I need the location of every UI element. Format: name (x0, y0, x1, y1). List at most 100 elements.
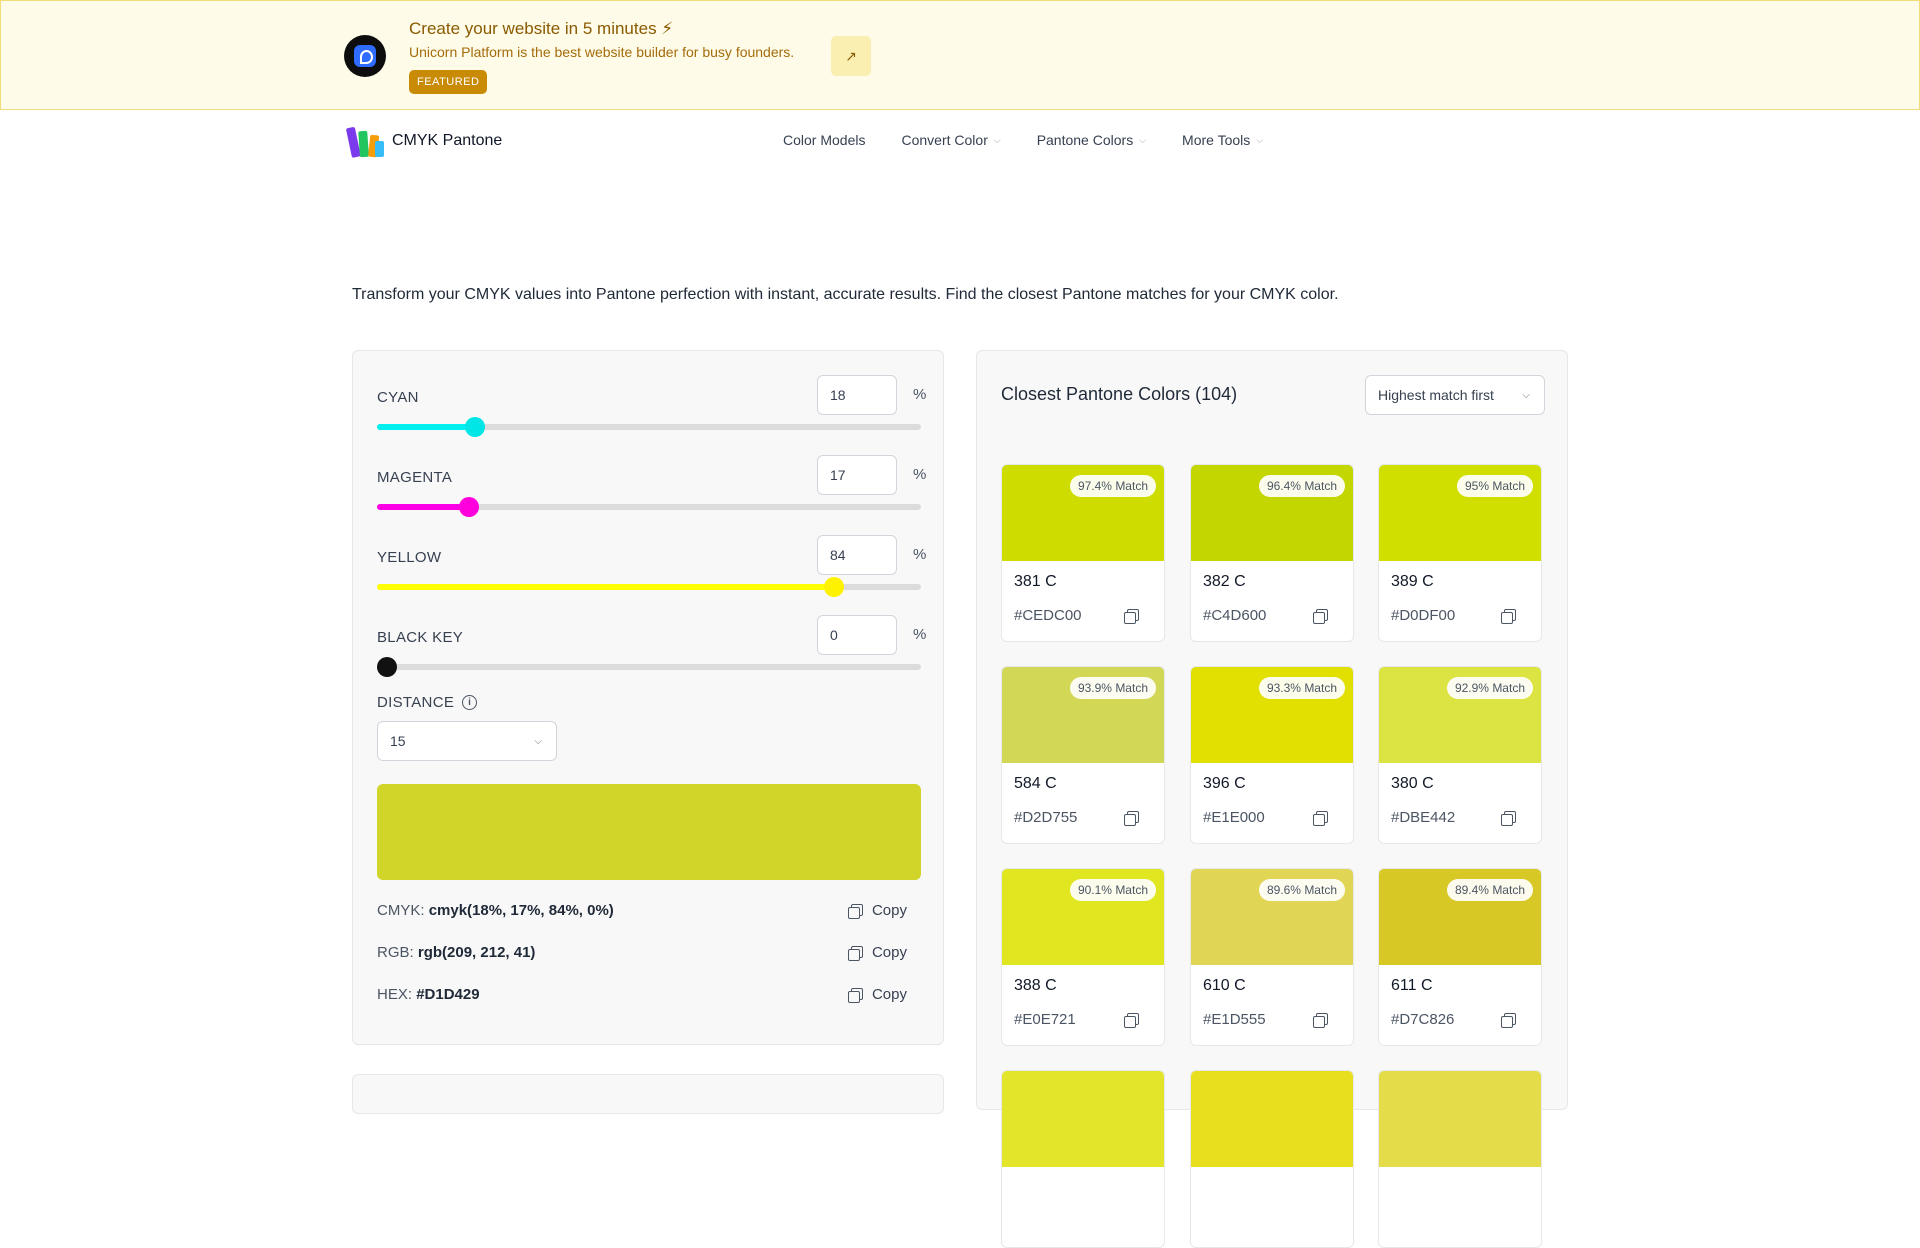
copy-hex-icon-button[interactable] (1124, 811, 1139, 826)
copy-icon (1124, 811, 1139, 826)
sort-select-value: Highest match first (1378, 387, 1494, 403)
magenta-slider-fill (377, 504, 469, 510)
black-key-slider-track[interactable] (377, 657, 921, 677)
cyan-slider-track[interactable] (377, 417, 921, 437)
pantone-name: 380 C (1391, 775, 1434, 792)
copy-hex-icon-button[interactable] (1501, 811, 1516, 826)
match-badge: 89.6% Match (1258, 879, 1345, 901)
copy-hex-icon-button[interactable] (1313, 1013, 1328, 1028)
copy-icon (1124, 1013, 1139, 1028)
pantone-hex: #DBE442 (1391, 809, 1456, 826)
pantone-card[interactable]: 92.9% Match 380 C #DBE442 (1378, 666, 1542, 844)
copy-hex-icon-button[interactable] (1313, 609, 1328, 624)
cyan-label: CYAN (377, 389, 419, 406)
cyan-input[interactable]: 18 (817, 375, 897, 415)
pantone-name: 388 C (1014, 977, 1057, 994)
copy-icon (847, 987, 863, 1003)
magenta-slider-thumb[interactable] (459, 497, 479, 517)
copy-cmyk-label: Copy (871, 902, 907, 919)
pantone-hex: #CEDC00 (1014, 607, 1082, 624)
black-key-input[interactable]: 0 (817, 615, 897, 655)
copy-hex-icon-button[interactable] (1313, 811, 1328, 826)
secondary-panel (352, 1074, 944, 1114)
yellow-slider-track[interactable] (377, 577, 921, 597)
chevron-down-icon: ⌵ (1256, 134, 1264, 145)
pantone-name: 611 C (1391, 977, 1433, 994)
top-navigation: CMYK Pantone Color Models Convert Color ⌵… (0, 110, 1920, 172)
pantone-card[interactable]: 96.4% Match 382 C #C4D600 (1190, 464, 1354, 642)
rgb-value: rgb(209, 212, 41) (417, 944, 536, 961)
pantone-name: 389 C (1391, 573, 1434, 590)
yellow-input[interactable]: 84 (817, 535, 897, 575)
rgb-value-label: RGB: (377, 944, 414, 961)
brand-link[interactable]: CMYK Pantone (345, 125, 502, 158)
pantone-card[interactable]: 89.4% Match 611 C #D7C826 (1378, 868, 1542, 1046)
copy-icon (847, 903, 863, 919)
pantone-card[interactable]: 95% Match 389 C #D0DF00 (1378, 464, 1542, 642)
copy-hex-label: Copy (871, 986, 907, 1003)
black-key-slider-row: BLACK KEY 0% (377, 615, 926, 685)
pantone-name: 610 C (1203, 977, 1246, 994)
nav-convert-color[interactable]: Convert Color ⌵ (901, 132, 1000, 148)
match-badge: 90.1% Match (1069, 879, 1156, 901)
copy-hex-icon-button[interactable] (1501, 1013, 1516, 1028)
promo-banner[interactable]: Create your website in 5 minutes ⚡ Unico… (0, 0, 1920, 110)
pantone-card-partial[interactable] (1190, 1070, 1354, 1248)
copy-icon (847, 945, 863, 961)
chevron-down-icon: ⌵ (993, 134, 1001, 145)
results-title: Closest Pantone Colors (104) (1001, 384, 1238, 404)
black-key-unit: % (913, 626, 927, 643)
pantone-hex: #D0DF00 (1391, 607, 1456, 624)
copy-hex-icon-button[interactable] (1124, 609, 1139, 624)
black-key-slider-thumb[interactable] (377, 657, 397, 677)
copy-hex-icon-button[interactable] (1124, 1013, 1139, 1028)
pantone-card[interactable]: 89.6% Match 610 C #E1D555 (1190, 868, 1354, 1046)
nav-color-models[interactable]: Color Models (783, 132, 865, 148)
pantone-name: 584 C (1014, 775, 1057, 792)
sort-select[interactable]: Highest match first ⌵ (1365, 375, 1545, 415)
hex-value-label: HEX: (377, 986, 413, 1003)
external-link-arrow-icon[interactable]: ↗ (831, 36, 871, 76)
pantone-card-partial[interactable] (1378, 1070, 1542, 1248)
banner-title: Create your website in 5 minutes ⚡ (409, 19, 674, 38)
yellow-slider-thumb[interactable] (824, 577, 844, 597)
copy-icon (1501, 811, 1516, 826)
info-icon[interactable]: i (462, 695, 478, 710)
cmyk-value-row: CMYK: cmyk(18%, 17%, 84%, 0%) Copy (377, 902, 921, 926)
copy-hex-button[interactable]: Copy (847, 986, 907, 1003)
match-badge: 96.4% Match (1258, 475, 1345, 497)
nav-more-tools[interactable]: More Tools ⌵ (1182, 132, 1263, 148)
match-badge: 97.4% Match (1069, 475, 1156, 497)
magenta-input[interactable]: 17 (817, 455, 897, 495)
pantone-card[interactable]: 93.9% Match 584 C #D2D755 (1001, 666, 1165, 844)
color-swatches-logo-icon (345, 125, 384, 158)
magenta-slider-track[interactable] (377, 497, 921, 517)
copy-hex-icon-button[interactable] (1501, 609, 1516, 624)
yellow-slider-row: YELLOW 84% (377, 535, 926, 605)
cyan-slider-thumb[interactable] (465, 417, 485, 437)
pantone-card[interactable]: 97.4% Match 381 C #CEDC00 (1001, 464, 1165, 642)
nav-links: Color Models Convert Color ⌵ Pantone Colo… (783, 132, 1263, 148)
magenta-label: MAGENTA (377, 469, 453, 486)
copy-icon (1501, 609, 1516, 624)
cyan-slider-fill (377, 424, 475, 430)
nav-convert-color-label: Convert Color (901, 132, 988, 148)
pantone-swatch (1191, 1071, 1353, 1167)
page-tagline: Transform your CMYK values into Pantone … (352, 286, 1339, 303)
pantone-card-partial[interactable] (1001, 1070, 1165, 1248)
copy-icon (1313, 811, 1328, 826)
nav-pantone-colors[interactable]: Pantone Colors ⌵ (1037, 132, 1146, 148)
copy-cmyk-button[interactable]: Copy (847, 902, 907, 919)
banner-subtitle: Unicorn Platform is the best website bui… (409, 44, 795, 60)
pantone-card[interactable]: 90.1% Match 388 C #E0E721 (1001, 868, 1165, 1046)
copy-rgb-button[interactable]: Copy (847, 944, 907, 961)
match-badge: 93.3% Match (1258, 677, 1345, 699)
pantone-swatch (1379, 1071, 1541, 1167)
distance-select[interactable]: 15 ⌵ (377, 721, 557, 761)
hex-value: #D1D429 (416, 986, 480, 1003)
copy-icon (1124, 609, 1139, 624)
unicorn-platform-logo (344, 35, 386, 77)
pantone-card[interactable]: 93.3% Match 396 C #E1E000 (1190, 666, 1354, 844)
pantone-hex: #D7C826 (1391, 1011, 1455, 1028)
yellow-slider-fill (377, 584, 834, 590)
